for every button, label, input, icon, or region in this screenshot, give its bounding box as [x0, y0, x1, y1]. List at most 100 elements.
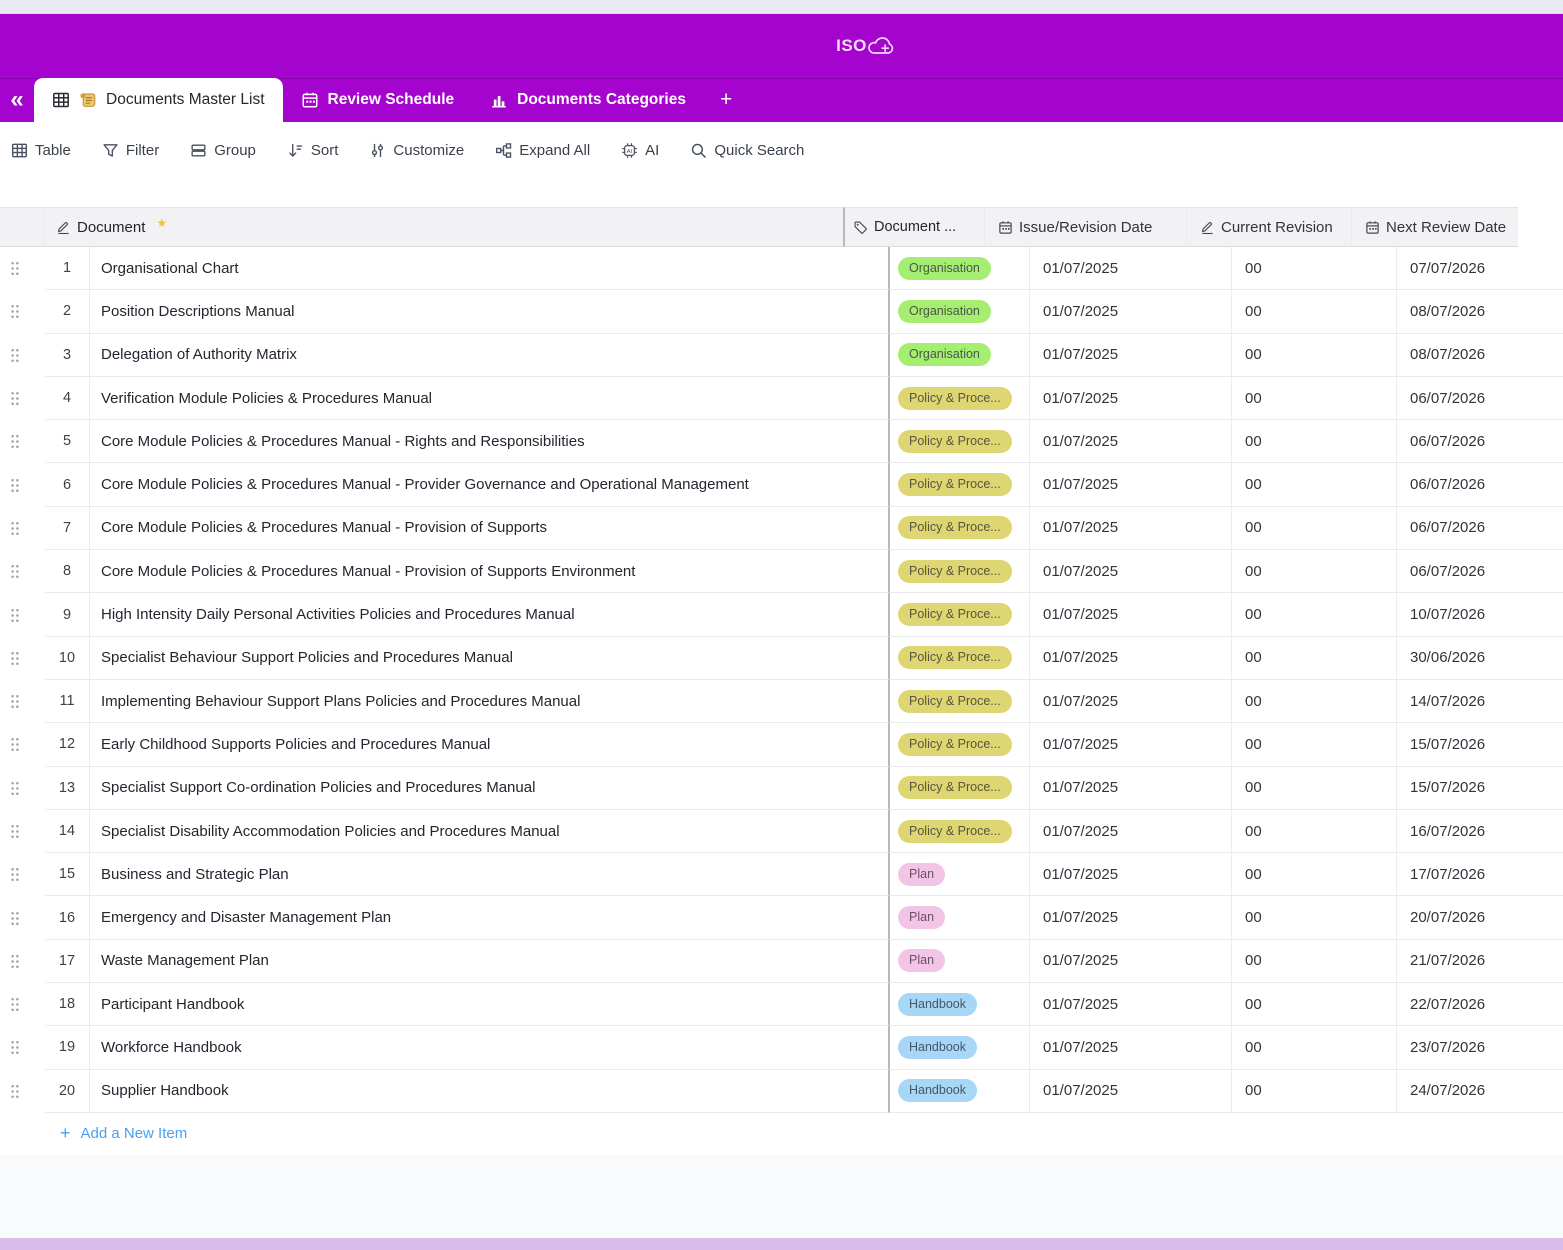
next-review-date-cell[interactable]: 06/07/2026 [1397, 550, 1563, 593]
document-category-cell[interactable]: Handbook [890, 983, 1030, 1026]
document-category-cell[interactable]: Policy & Proce... [890, 463, 1030, 506]
table-row[interactable]: 7Core Module Policies & Procedures Manua… [0, 507, 1563, 550]
document-category-cell[interactable]: Policy & Proce... [890, 507, 1030, 550]
current-revision-cell[interactable]: 00 [1232, 853, 1397, 896]
table-row[interactable]: 14Specialist Disability Accommodation Po… [0, 810, 1563, 853]
drag-handle-icon[interactable] [9, 303, 21, 320]
drag-handle-icon[interactable] [9, 866, 21, 883]
table-row[interactable]: 11Implementing Behaviour Support Plans P… [0, 680, 1563, 723]
drag-handle-icon[interactable] [9, 996, 21, 1013]
document-name-cell[interactable]: Supplier Handbook [90, 1070, 890, 1113]
toolbar-ai-button[interactable]: AIAI [621, 142, 659, 159]
table-row[interactable]: 15Business and Strategic PlanPlan01/07/2… [0, 853, 1563, 896]
toolbar-group-button[interactable]: Group [190, 142, 256, 159]
issue-revision-date-cell[interactable]: 01/07/2025 [1030, 1070, 1232, 1113]
table-row[interactable]: 3Delegation of Authority MatrixOrganisat… [0, 334, 1563, 377]
next-review-date-cell[interactable]: 10/07/2026 [1397, 593, 1563, 636]
issue-revision-date-cell[interactable]: 01/07/2025 [1030, 810, 1232, 853]
next-review-date-cell[interactable]: 06/07/2026 [1397, 420, 1563, 463]
document-category-cell[interactable]: Organisation [890, 290, 1030, 333]
drag-handle-icon[interactable] [9, 736, 21, 753]
issue-revision-date-cell[interactable]: 01/07/2025 [1030, 983, 1232, 1026]
next-review-date-cell[interactable]: 17/07/2026 [1397, 853, 1563, 896]
next-review-date-cell[interactable]: 06/07/2026 [1397, 377, 1563, 420]
tab-review-schedule[interactable]: Review Schedule [283, 78, 473, 122]
table-row[interactable]: 20Supplier HandbookHandbook01/07/2025002… [0, 1070, 1563, 1113]
document-name-cell[interactable]: Specialist Behaviour Support Policies an… [90, 637, 890, 680]
document-category-cell[interactable]: Plan [890, 896, 1030, 939]
next-review-date-cell[interactable]: 07/07/2026 [1397, 247, 1563, 290]
drag-handle-icon[interactable] [9, 823, 21, 840]
issue-revision-date-cell[interactable]: 01/07/2025 [1030, 290, 1232, 333]
document-category-cell[interactable]: Plan [890, 853, 1030, 896]
current-revision-cell[interactable]: 00 [1232, 507, 1397, 550]
document-name-cell[interactable]: Core Module Policies & Procedures Manual… [90, 507, 890, 550]
table-row[interactable]: 4Verification Module Policies & Procedur… [0, 377, 1563, 420]
issue-revision-date-cell[interactable]: 01/07/2025 [1030, 680, 1232, 723]
document-name-cell[interactable]: High Intensity Daily Personal Activities… [90, 593, 890, 636]
current-revision-cell[interactable]: 00 [1232, 767, 1397, 810]
drag-handle-icon[interactable] [9, 520, 21, 537]
document-name-cell[interactable]: Implementing Behaviour Support Plans Pol… [90, 680, 890, 723]
document-name-cell[interactable]: Core Module Policies & Procedures Manual… [90, 550, 890, 593]
document-name-cell[interactable]: Delegation of Authority Matrix [90, 334, 890, 377]
document-category-cell[interactable]: Policy & Proce... [890, 637, 1030, 680]
document-category-cell[interactable]: Handbook [890, 1026, 1030, 1069]
next-review-date-cell[interactable]: 22/07/2026 [1397, 983, 1563, 1026]
drag-handle-icon[interactable] [9, 390, 21, 407]
document-category-cell[interactable]: Organisation [890, 247, 1030, 290]
table-row[interactable]: 8Core Module Policies & Procedures Manua… [0, 550, 1563, 593]
document-name-cell[interactable]: Waste Management Plan [90, 940, 890, 983]
toolbar-expand-all-button[interactable]: Expand All [495, 142, 590, 159]
document-category-cell[interactable]: Policy & Proce... [890, 377, 1030, 420]
current-revision-cell[interactable]: 00 [1232, 463, 1397, 506]
document-name-cell[interactable]: Specialist Disability Accommodation Poli… [90, 810, 890, 853]
document-category-cell[interactable]: Policy & Proce... [890, 550, 1030, 593]
drag-handle-icon[interactable] [9, 953, 21, 970]
next-review-date-cell[interactable]: 23/07/2026 [1397, 1026, 1563, 1069]
drag-handle-icon[interactable] [9, 1083, 21, 1100]
drag-handle-icon[interactable] [9, 607, 21, 624]
toolbar-sort-button[interactable]: Sort [287, 142, 339, 159]
table-row[interactable]: 18Participant HandbookHandbook01/07/2025… [0, 983, 1563, 1026]
next-review-date-cell[interactable]: 21/07/2026 [1397, 940, 1563, 983]
issue-revision-date-cell[interactable]: 01/07/2025 [1030, 767, 1232, 810]
table-row[interactable]: 6Core Module Policies & Procedures Manua… [0, 463, 1563, 506]
document-name-cell[interactable]: Participant Handbook [90, 983, 890, 1026]
next-review-date-cell[interactable]: 14/07/2026 [1397, 680, 1563, 723]
issue-revision-date-cell[interactable]: 01/07/2025 [1030, 334, 1232, 377]
current-revision-cell[interactable]: 00 [1232, 593, 1397, 636]
column-header-issue-revision-date[interactable]: Issue/Revision Date [985, 207, 1187, 247]
issue-revision-date-cell[interactable]: 01/07/2025 [1030, 420, 1232, 463]
column-header-next-review-date[interactable]: Next Review Date [1352, 207, 1518, 247]
tab-documents-categories[interactable]: Documents Categories [472, 78, 704, 122]
document-name-cell[interactable]: Core Module Policies & Procedures Manual… [90, 463, 890, 506]
document-category-cell[interactable]: Policy & Proce... [890, 593, 1030, 636]
table-row[interactable]: 12Early Childhood Supports Policies and … [0, 723, 1563, 766]
column-header-document[interactable]: Document★ [45, 207, 845, 247]
current-revision-cell[interactable]: 00 [1232, 290, 1397, 333]
column-header-current-revision[interactable]: Current Revision [1187, 207, 1352, 247]
current-revision-cell[interactable]: 00 [1232, 334, 1397, 377]
table-row[interactable]: 16Emergency and Disaster Management Plan… [0, 896, 1563, 939]
document-name-cell[interactable]: Emergency and Disaster Management Plan [90, 896, 890, 939]
drag-handle-icon[interactable] [9, 780, 21, 797]
issue-revision-date-cell[interactable]: 01/07/2025 [1030, 247, 1232, 290]
current-revision-cell[interactable]: 00 [1232, 810, 1397, 853]
table-row[interactable]: 10Specialist Behaviour Support Policies … [0, 637, 1563, 680]
add-new-item-button[interactable]: + Add a New Item [45, 1113, 1563, 1155]
current-revision-cell[interactable]: 00 [1232, 637, 1397, 680]
issue-revision-date-cell[interactable]: 01/07/2025 [1030, 637, 1232, 680]
current-revision-cell[interactable]: 00 [1232, 1026, 1397, 1069]
current-revision-cell[interactable]: 00 [1232, 247, 1397, 290]
current-revision-cell[interactable]: 00 [1232, 550, 1397, 593]
next-review-date-cell[interactable]: 15/07/2026 [1397, 723, 1563, 766]
drag-handle-icon[interactable] [9, 260, 21, 277]
document-category-cell[interactable]: Plan [890, 940, 1030, 983]
next-review-date-cell[interactable]: 20/07/2026 [1397, 896, 1563, 939]
tab-documents-master-list[interactable]: Documents Master List [34, 78, 283, 122]
current-revision-cell[interactable]: 00 [1232, 983, 1397, 1026]
toolbar-quick-search-button[interactable]: Quick Search [690, 142, 804, 159]
table-row[interactable]: 1Organisational ChartOrganisation01/07/2… [0, 247, 1563, 290]
current-revision-cell[interactable]: 00 [1232, 896, 1397, 939]
